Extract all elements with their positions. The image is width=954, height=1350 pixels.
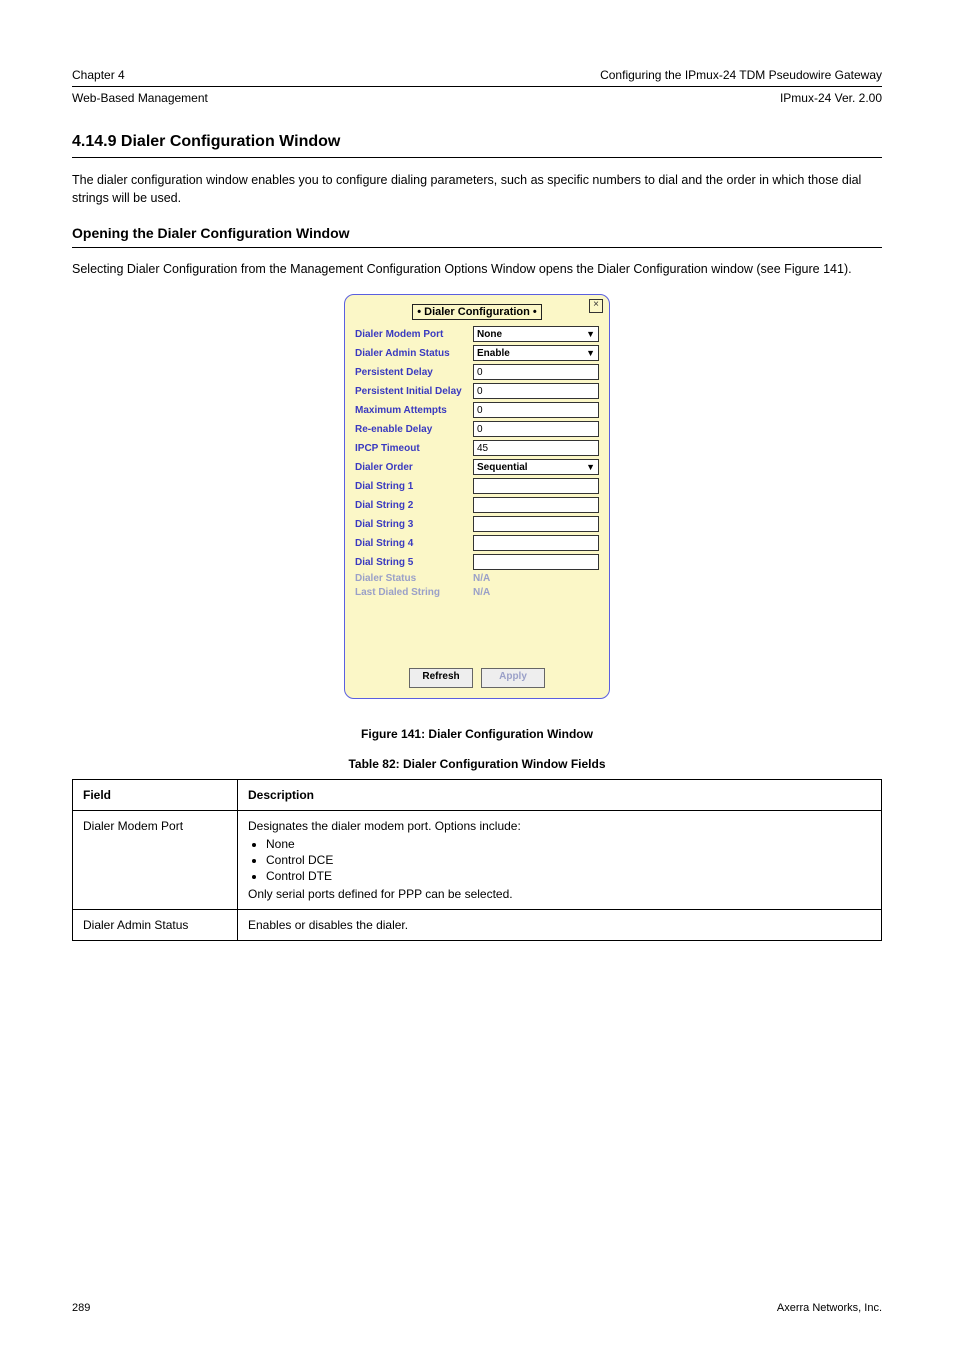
- subheading-rule: [72, 247, 882, 248]
- cell-desc-1: Designates the dialer modem port. Option…: [238, 811, 882, 910]
- select-modem-port[interactable]: None ▼: [473, 326, 599, 342]
- cell-field-1: Dialer Modem Port: [73, 811, 238, 910]
- label-modem-port: Dialer Modem Port: [355, 329, 473, 340]
- open-paragraph: Selecting Dialer Configuration from the …: [72, 260, 882, 278]
- select-dialer-order[interactable]: Sequential ▼: [473, 459, 599, 475]
- label-initial-delay: Persistent Initial Delay: [355, 386, 473, 397]
- label-dialer-status: Dialer Status: [355, 573, 473, 584]
- section-rule: [72, 157, 882, 158]
- apply-button[interactable]: Apply: [481, 668, 545, 688]
- dialer-config-dialog: × • Dialer Configuration • Dialer Modem …: [344, 294, 610, 699]
- cell-field-2: Dialer Admin Status: [73, 910, 238, 941]
- header-subright: IPmux-24 Ver. 2.00: [780, 91, 882, 105]
- chevron-down-icon: ▼: [586, 462, 595, 472]
- chevron-down-icon: ▼: [586, 329, 595, 339]
- input-dial3[interactable]: [473, 516, 599, 532]
- section-title: 4.14.9 Dialer Configuration Window: [72, 133, 882, 151]
- header-subleft: Web-Based Management: [72, 91, 208, 105]
- th-field: Field: [73, 780, 238, 811]
- input-dial1[interactable]: [473, 478, 599, 494]
- refresh-button[interactable]: Refresh: [409, 668, 473, 688]
- label-dial4: Dial String 4: [355, 538, 473, 549]
- select-dialer-order-value: Sequential: [477, 462, 528, 473]
- input-ipcp-timeout[interactable]: [473, 440, 599, 456]
- footer-company: Axerra Networks, Inc.: [777, 1302, 882, 1314]
- label-last-dialed: Last Dialed String: [355, 587, 473, 598]
- label-dial1: Dial String 1: [355, 481, 473, 492]
- close-icon[interactable]: ×: [589, 299, 603, 313]
- input-dial4[interactable]: [473, 535, 599, 551]
- value-last-dialed: N/A: [473, 587, 490, 598]
- label-admin-status: Dialer Admin Status: [355, 348, 473, 359]
- opt-none: None: [266, 837, 871, 851]
- fields-table: Field Description Dialer Modem Port Desi…: [72, 779, 882, 941]
- dialog-title: • Dialer Configuration •: [412, 304, 542, 320]
- label-dial5: Dial String 5: [355, 557, 473, 568]
- label-dial2: Dial String 2: [355, 500, 473, 511]
- label-ipcp-timeout: IPCP Timeout: [355, 443, 473, 454]
- cell-desc-1-intro: Designates the dialer modem port. Option…: [248, 819, 521, 833]
- input-max-attempts[interactable]: [473, 402, 599, 418]
- select-admin-status[interactable]: Enable ▼: [473, 345, 599, 361]
- label-dial3: Dial String 3: [355, 519, 473, 530]
- cell-desc-2: Enables or disables the dialer.: [238, 910, 882, 941]
- header-topic: Configuring the IPmux-24 TDM Pseudowire …: [600, 68, 882, 82]
- th-desc: Description: [238, 780, 882, 811]
- figure-caption: Figure 141: Dialer Configuration Window: [72, 727, 882, 741]
- table-row: Dialer Admin Status Enables or disables …: [73, 910, 882, 941]
- value-dialer-status: N/A: [473, 573, 490, 584]
- label-reenable-delay: Re-enable Delay: [355, 424, 473, 435]
- input-dial5[interactable]: [473, 554, 599, 570]
- input-dial2[interactable]: [473, 497, 599, 513]
- page-number: 289: [72, 1302, 90, 1314]
- opt-dce: Control DCE: [266, 853, 871, 867]
- input-initial-delay[interactable]: [473, 383, 599, 399]
- open-heading: Opening the Dialer Configuration Window: [72, 225, 882, 241]
- header-chapter: Chapter 4: [72, 68, 125, 82]
- table-caption: Table 82: Dialer Configuration Window Fi…: [72, 757, 882, 771]
- opt-dte: Control DTE: [266, 869, 871, 883]
- label-max-attempts: Maximum Attempts: [355, 405, 473, 416]
- table-row: Dialer Modem Port Designates the dialer …: [73, 811, 882, 910]
- label-dialer-order: Dialer Order: [355, 462, 473, 473]
- label-persistent-delay: Persistent Delay: [355, 367, 473, 378]
- chevron-down-icon: ▼: [586, 348, 595, 358]
- input-reenable-delay[interactable]: [473, 421, 599, 437]
- select-modem-port-value: None: [477, 329, 502, 340]
- select-admin-status-value: Enable: [477, 348, 510, 359]
- cell-desc-1-note: Only serial ports defined for PPP can be…: [248, 887, 513, 901]
- section-intro: The dialer configuration window enables …: [72, 171, 882, 207]
- input-persistent-delay[interactable]: [473, 364, 599, 380]
